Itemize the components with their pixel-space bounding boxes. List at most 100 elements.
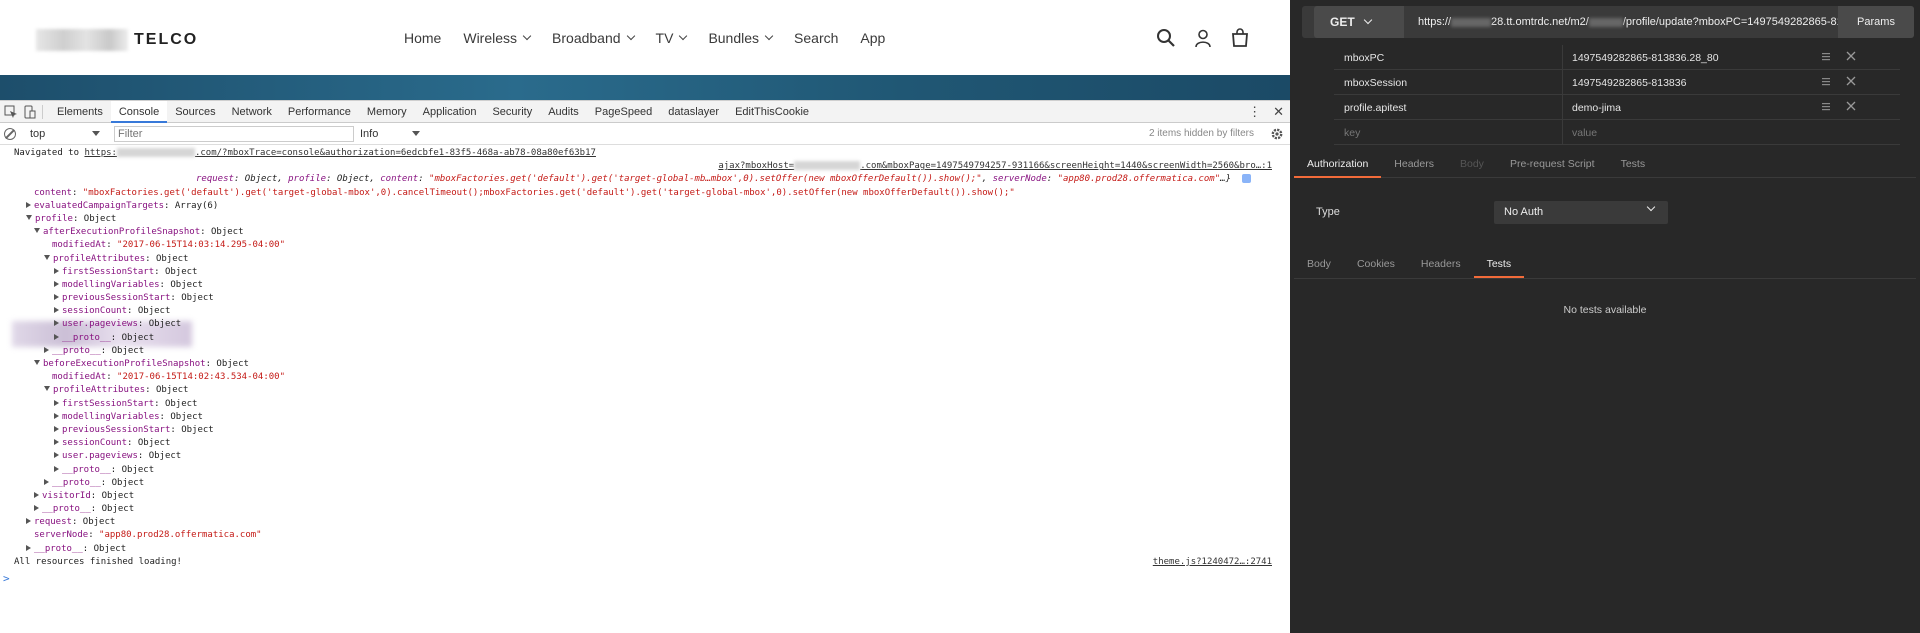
expand-triangle-icon[interactable] — [54, 294, 59, 301]
tree-row[interactable]: user.pageviews: Object — [0, 318, 1290, 331]
log-level-select[interactable]: Info — [360, 128, 420, 140]
drag-handle-icon[interactable] — [1822, 77, 1830, 86]
tab-sources[interactable]: Sources — [167, 101, 223, 123]
expand-triangle-icon[interactable] — [26, 544, 31, 551]
expand-triangle-icon[interactable] — [54, 425, 59, 432]
tab-response-headers[interactable]: Headers — [1408, 252, 1474, 278]
console-filter-input[interactable] — [114, 125, 354, 142]
expand-triangle-icon[interactable] — [26, 518, 31, 525]
expand-triangle-icon[interactable] — [54, 267, 59, 274]
tree-row[interactable]: modellingVariables: Object — [0, 411, 1290, 424]
more-options-icon[interactable]: ⋮ — [1248, 104, 1261, 120]
tab-dataslayer[interactable]: dataslayer — [660, 101, 727, 123]
nav-home[interactable]: Home — [404, 30, 441, 46]
nav-wireless[interactable]: Wireless — [463, 30, 532, 46]
tree-row[interactable]: __proto__: Object — [0, 543, 1290, 556]
nav-search[interactable]: Search — [794, 30, 838, 46]
tab-console[interactable]: Console — [110, 100, 168, 123]
tree-row[interactable]: beforeExecutionProfileSnapshot: Object — [0, 358, 1290, 371]
context-select[interactable]: top — [30, 128, 100, 140]
tab-security[interactable]: Security — [484, 101, 540, 123]
param-value[interactable]: demo-jima — [1572, 102, 1621, 114]
source-link[interactable]: theme.js?1240472…:2741 — [1153, 556, 1272, 569]
tab-authorization[interactable]: Authorization — [1294, 152, 1382, 178]
tree-row[interactable]: visitorId: Object — [0, 490, 1290, 503]
nav-app[interactable]: App — [860, 30, 885, 46]
gear-icon[interactable] — [1270, 127, 1284, 141]
param-key[interactable]: mboxSession — [1344, 77, 1407, 89]
expand-triangle-icon[interactable] — [44, 478, 49, 485]
tree-row[interactable]: user.pageviews: Object — [0, 450, 1290, 463]
tab-network[interactable]: Network — [224, 101, 280, 123]
method-select[interactable]: GET — [1314, 6, 1404, 38]
param-key-placeholder[interactable]: key — [1344, 127, 1360, 139]
nav-bundles[interactable]: Bundles — [708, 30, 774, 46]
tree-row[interactable]: firstSessionStart: Object — [0, 266, 1290, 279]
console-prompt[interactable]: > — [0, 572, 10, 585]
collapse-triangle-icon[interactable] — [34, 228, 40, 234]
device-toolbar-icon[interactable] — [22, 105, 36, 119]
tab-response-body[interactable]: Body — [1294, 252, 1344, 278]
tab-editthiscookie[interactable]: EditThisCookie — [727, 101, 817, 123]
request-url-input[interactable]: https:// 28.tt.omtrdc.net/m2/ /profile/upd… — [1418, 6, 1848, 38]
expand-triangle-icon[interactable] — [54, 333, 59, 340]
expand-triangle-icon[interactable] — [54, 399, 59, 406]
param-key[interactable]: profile.apitest — [1344, 102, 1406, 114]
inspect-element-icon[interactable] — [4, 105, 18, 119]
console-prompt-line[interactable]: > — [0, 572, 1290, 585]
tab-cookies[interactable]: Cookies — [1344, 252, 1408, 278]
tab-memory[interactable]: Memory — [359, 101, 415, 123]
expand-triangle-icon[interactable] — [54, 412, 59, 419]
expand-triangle-icon[interactable] — [54, 452, 59, 459]
tree-row[interactable]: __proto__: Object — [0, 345, 1290, 358]
expand-triangle-icon[interactable] — [34, 505, 39, 512]
info-icon[interactable] — [1242, 174, 1252, 184]
params-button[interactable]: Params — [1838, 6, 1914, 38]
site-logo[interactable]: TELCO — [36, 28, 198, 52]
tree-row[interactable]: __proto__: Object — [0, 332, 1290, 345]
tree-row[interactable]: previousSessionStart: Object — [0, 424, 1290, 437]
tab-performance[interactable]: Performance — [280, 101, 359, 123]
tab-headers[interactable]: Headers — [1381, 152, 1447, 178]
expand-triangle-icon[interactable] — [44, 346, 49, 353]
expand-triangle-icon[interactable] — [34, 491, 39, 498]
expand-triangle-icon[interactable] — [54, 465, 59, 472]
tree-row[interactable]: profile: Object — [0, 213, 1290, 226]
close-icon[interactable] — [1846, 51, 1856, 61]
collapse-triangle-icon[interactable] — [44, 254, 50, 260]
tab-audits[interactable]: Audits — [540, 101, 587, 123]
tree-row[interactable]: firstSessionStart: Object — [0, 398, 1290, 411]
drag-handle-icon[interactable] — [1822, 52, 1830, 61]
tree-row[interactable]: __proto__: Object — [0, 503, 1290, 516]
tree-row[interactable]: modellingVariables: Object — [0, 279, 1290, 292]
tab-elements[interactable]: Elements — [49, 101, 111, 123]
expand-triangle-icon[interactable] — [26, 201, 31, 208]
auth-type-select[interactable]: No Auth — [1494, 201, 1668, 224]
tab-test-results[interactable]: Tests — [1473, 252, 1525, 278]
tree-row[interactable]: profileAttributes: Object — [0, 253, 1290, 266]
tree-row[interactable]: profileAttributes: Object — [0, 384, 1290, 397]
drag-handle-icon[interactable] — [1822, 102, 1830, 111]
collapse-triangle-icon[interactable] — [44, 386, 50, 392]
tree-row[interactable]: evaluatedCampaignTargets: Array(6) — [0, 200, 1290, 213]
user-icon[interactable] — [1193, 28, 1213, 48]
close-icon[interactable]: ✕ — [1273, 104, 1284, 120]
expand-triangle-icon[interactable] — [54, 280, 59, 287]
tree-row[interactable]: __proto__: Object — [0, 464, 1290, 477]
tab-body[interactable]: Body — [1447, 152, 1497, 178]
tab-tests[interactable]: Tests — [1608, 152, 1659, 178]
tab-pre-request-script[interactable]: Pre-request Script — [1497, 152, 1608, 178]
param-key[interactable]: mboxPC — [1344, 52, 1384, 64]
param-value-placeholder[interactable]: value — [1572, 127, 1597, 139]
close-icon[interactable] — [1846, 76, 1856, 86]
tree-row[interactable]: afterExecutionProfileSnapshot: Object — [0, 226, 1290, 239]
tree-row[interactable]: sessionCount: Object — [0, 305, 1290, 318]
expand-triangle-icon[interactable] — [54, 320, 59, 327]
expand-triangle-icon[interactable] — [54, 307, 59, 314]
nav-tv[interactable]: TV — [656, 30, 688, 46]
search-icon[interactable] — [1156, 28, 1176, 48]
tab-application[interactable]: Application — [415, 101, 485, 123]
expand-triangle-icon[interactable] — [54, 439, 59, 446]
cart-icon[interactable] — [1230, 28, 1250, 48]
tree-row[interactable]: __proto__: Object — [0, 477, 1290, 490]
